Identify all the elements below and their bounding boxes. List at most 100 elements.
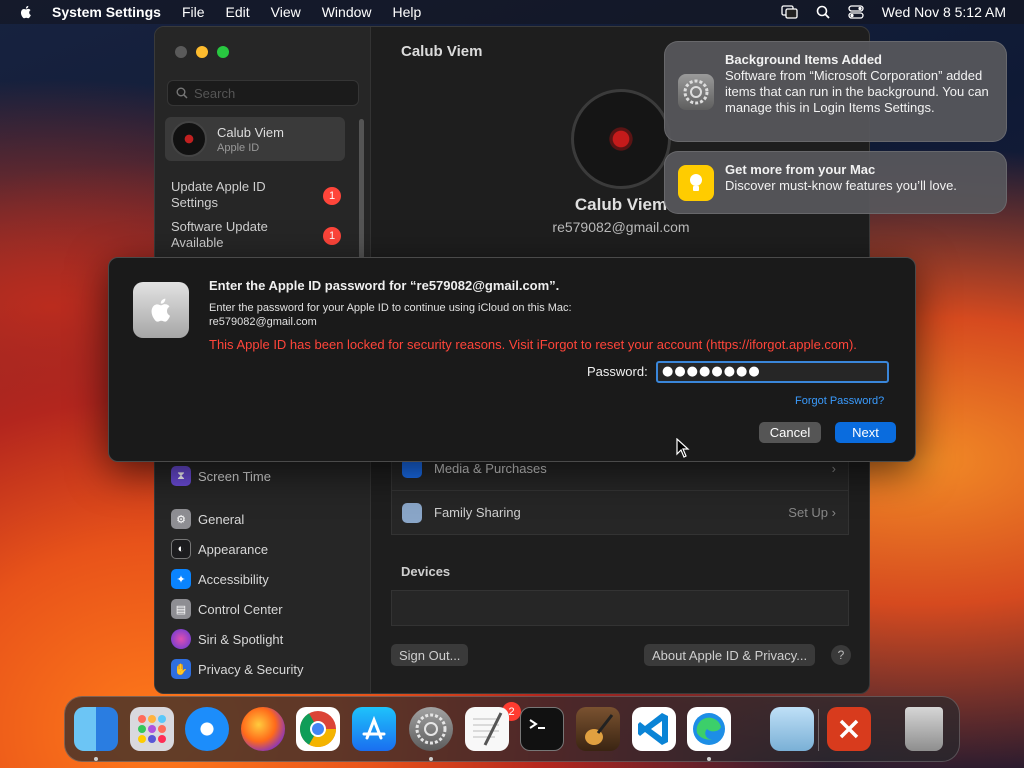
garageband-icon[interactable] [576, 707, 620, 751]
search-placeholder: Search [194, 85, 236, 101]
hourglass-icon: ⧗ [171, 466, 191, 486]
forgot-password-link[interactable]: Forgot Password? [795, 395, 884, 407]
hand-icon: ✋ [171, 659, 191, 679]
sidebar-item-privacy-security[interactable]: ✋ Privacy & Security [171, 659, 303, 679]
menu-edit[interactable]: Edit [226, 4, 250, 20]
sidebar-account[interactable]: Calub Viem Apple ID [165, 117, 345, 161]
sidebar-item-label: Appearance [198, 541, 269, 557]
sidebar-item-accessibility[interactable]: ✦ Accessibility [171, 569, 269, 589]
chevron-right-icon: › [831, 460, 836, 476]
notice-badge: 1 [323, 187, 341, 205]
sidebar-scrollbar[interactable] [359, 119, 364, 259]
notification-title: Get more from your Mac [725, 162, 876, 177]
notification-title: Background Items Added [725, 52, 882, 67]
menu-view[interactable]: View [271, 4, 301, 20]
system-settings-icon [678, 74, 714, 110]
window-controls [175, 46, 229, 58]
screen-mirroring-icon[interactable] [781, 5, 798, 19]
sidebar-notice-software-update[interactable]: Software Update Available 1 [171, 219, 341, 251]
row-label: Media & Purchases [434, 460, 547, 476]
account-subtitle: Apple ID [217, 141, 260, 154]
password-field[interactable]: ●●●●●●●● [656, 361, 889, 383]
setup-link: Set Up [788, 505, 829, 520]
firefox-icon[interactable] [241, 707, 285, 751]
row-right-value: Set Up › [788, 505, 836, 520]
profile-email: re579082@gmail.com [552, 219, 690, 235]
remote-desktop-icon[interactable] [827, 707, 871, 751]
sidebar-item-general[interactable]: ⚙ General [171, 509, 244, 529]
lightbulb-icon [678, 165, 714, 201]
mouse-pointer-icon [676, 438, 690, 458]
about-apple-id-button[interactable]: About Apple ID & Privacy... [644, 644, 816, 666]
dialog-message-line: Enter the password for your Apple ID to … [209, 302, 572, 314]
notification-tips[interactable]: Get more from your Mac Discover must-kno… [664, 151, 1007, 214]
menu-file[interactable]: File [182, 4, 205, 20]
dialog-error-message: This Apple ID has been locked for securi… [209, 337, 857, 352]
password-label: Password: [587, 364, 648, 379]
help-button[interactable]: ? [831, 645, 851, 665]
sidebar-item-screen-time[interactable]: ⧗ Screen Time [171, 466, 271, 486]
notice-label: Update Apple ID Settings [171, 179, 266, 210]
launchpad-icon[interactable] [130, 707, 174, 751]
control-center-icon[interactable] [848, 5, 864, 19]
spotlight-search-icon[interactable] [816, 5, 830, 19]
avatar [171, 121, 207, 157]
row-label: Family Sharing [434, 505, 521, 520]
siri-icon [171, 629, 191, 649]
menu-clock[interactable]: Wed Nov 8 5:12 AM [882, 4, 1006, 20]
menu-bar: System Settings File Edit View Window He… [0, 0, 1024, 24]
family-icon [402, 502, 422, 523]
sidebar-item-label: Control Center [198, 601, 283, 617]
running-indicator [429, 757, 433, 761]
sidebar-search-input[interactable]: Search [167, 80, 359, 106]
devices-list [391, 590, 849, 626]
notification-background-items[interactable]: Background Items Added Software from “Mi… [664, 41, 1007, 142]
apple-logo-icon [133, 282, 189, 338]
close-button[interactable] [175, 46, 187, 58]
cancel-button[interactable]: Cancel [759, 422, 821, 443]
search-icon [176, 87, 188, 99]
sidebar-item-label: Screen Time [198, 468, 271, 484]
sidebar-item-label: Siri & Spotlight [198, 631, 284, 647]
sidebar-item-appearance[interactable]: ◐ Appearance [171, 539, 268, 559]
system-settings-icon[interactable] [409, 707, 453, 751]
sidebar-item-siri-spotlight[interactable]: Siri & Spotlight [171, 629, 283, 649]
textedit-icon[interactable] [465, 707, 509, 751]
dialog-message: Enter the password for your Apple ID to … [209, 301, 809, 329]
notice-badge: 1 [323, 227, 341, 245]
next-button[interactable]: Next [835, 422, 896, 443]
dialog-message-email: re579082@gmail.com [209, 316, 317, 328]
notice-label: Software Update Available [171, 219, 268, 250]
zoom-button[interactable] [217, 46, 229, 58]
minimize-button[interactable] [196, 46, 208, 58]
appearance-icon: ◐ [171, 539, 191, 559]
dock: 2 [64, 696, 960, 762]
sidebar-item-control-center[interactable]: ▤ Control Center [171, 599, 283, 619]
running-indicator [707, 757, 711, 761]
profile-avatar[interactable] [571, 89, 671, 189]
chrome-icon[interactable] [296, 707, 340, 751]
notification-body: Software from “Microsoft Corporation” ad… [725, 68, 989, 115]
accessibility-icon: ✦ [171, 569, 191, 589]
menu-help[interactable]: Help [393, 4, 422, 20]
menu-app-name[interactable]: System Settings [52, 4, 161, 20]
sidebar-item-label: General [198, 511, 245, 527]
trash-icon[interactable] [905, 707, 943, 751]
terminal-icon[interactable] [520, 707, 564, 751]
running-indicator [94, 757, 98, 761]
notification-body: Discover must-know features you’ll love. [725, 178, 957, 193]
preview-icon[interactable] [770, 707, 814, 751]
edge-icon[interactable] [687, 707, 731, 751]
apple-menu-icon[interactable] [18, 4, 34, 20]
safari-icon[interactable] [185, 707, 229, 751]
sidebar-notice-update-apple-id[interactable]: Update Apple ID Settings 1 [171, 179, 341, 211]
finder-icon[interactable] [74, 707, 118, 751]
control-center-icon: ▤ [171, 599, 191, 619]
sign-out-button[interactable]: Sign Out... [391, 644, 469, 666]
sidebar-item-label: Accessibility [198, 571, 269, 587]
menu-window[interactable]: Window [322, 4, 372, 20]
row-family-sharing[interactable]: Family Sharing Set Up › [392, 490, 848, 534]
app-store-icon[interactable] [352, 707, 396, 751]
devices-heading: Devices [401, 564, 451, 579]
vscode-icon[interactable] [632, 707, 676, 751]
